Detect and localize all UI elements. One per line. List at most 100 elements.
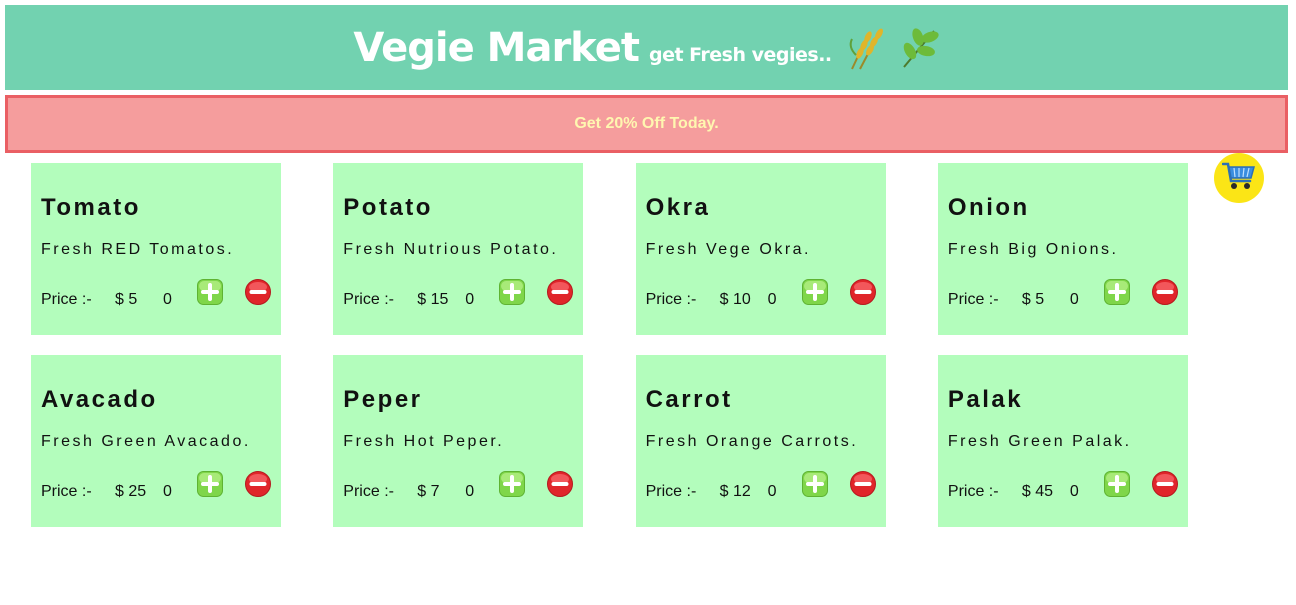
price-row: Price :- $ 5 0 [41,279,271,311]
add-button[interactable] [499,471,526,497]
price-value: $ 10 [719,291,751,308]
price-value: $ 7 [417,483,440,500]
remove-button[interactable] [245,471,271,497]
remove-button[interactable] [1151,279,1178,305]
product-name: Tomato [41,194,141,221]
product-name: Avacado [41,386,158,413]
product-name: Peper [343,386,423,413]
product-card: Tomato Fresh RED Tomatos. Price :- $ 5 0 [31,163,281,335]
add-button[interactable] [499,279,526,305]
plus-icon [499,471,526,497]
minus-icon [1151,471,1178,497]
price-label: Price :- [645,483,697,500]
quantity-value: 0 [1069,291,1079,308]
add-button[interactable] [197,279,223,305]
product-card: Avacado Fresh Green Avacado. Price :- $ … [31,355,281,527]
price-label: Price :- [947,483,999,500]
brand: Vegie Market get Fresh vegies.. [353,24,832,71]
remove-button[interactable] [547,279,574,305]
wheat-icon [846,25,896,71]
add-button[interactable] [1103,279,1130,305]
price-label: Price :- [343,483,394,500]
price-value: $ 5 [115,291,138,308]
product-card: Peper Fresh Hot Peper. Price :- $ 7 0 [333,355,584,527]
quantity-value: 0 [163,483,172,500]
price-row: Price :- $ 15 0 [343,279,574,311]
minus-icon [245,279,271,305]
product-card: Potato Fresh Nutrious Potato. Price :- $… [333,163,584,335]
plus-icon [197,471,223,497]
plus-icon [1103,279,1130,305]
site-title: Vegie Market [353,24,640,71]
remove-button[interactable] [849,279,876,305]
price-value: $ 12 [719,483,751,500]
quantity-value: 0 [767,483,777,500]
product-description: Fresh Hot Peper. [343,433,505,450]
price-row: Price :- $ 25 0 [41,471,271,503]
price-value: $ 5 [1021,291,1045,308]
product-name: Potato [343,194,433,221]
header-icons [846,25,948,71]
price-label: Price :- [645,291,697,308]
herb-icon [896,25,948,71]
price-value: $ 45 [1021,483,1054,500]
minus-icon [547,279,574,305]
product-name: Carrot [645,386,733,413]
offer-banner: Get 20% Off Today. [5,95,1288,153]
remove-button[interactable] [1151,471,1178,497]
minus-icon [245,471,271,497]
offer-text: Get 20% Off Today. [574,115,719,132]
minus-icon [1151,279,1178,305]
plus-icon [801,471,828,497]
price-row: Price :- $ 10 0 [645,279,876,311]
minus-icon [547,471,574,497]
add-button[interactable] [801,471,828,497]
minus-icon [849,471,876,497]
price-label: Price :- [41,291,92,308]
quantity-value: 0 [767,291,777,308]
product-name: Palak [947,386,1024,413]
plus-icon [801,279,828,305]
price-value: $ 25 [115,483,147,500]
product-card: Carrot Fresh Orange Carrots. Price :- $ … [635,355,886,527]
product-description: Fresh Nutrious Potato. [343,241,559,258]
add-button[interactable] [1103,471,1130,497]
price-value: $ 15 [417,291,449,308]
site-tagline: get Fresh vegies.. [648,43,832,66]
product-description: Fresh Green Avacado. [41,433,251,450]
price-label: Price :- [41,483,92,500]
remove-button[interactable] [849,471,876,497]
add-button[interactable] [801,279,828,305]
product-description: Fresh Orange Carrots. [645,433,859,450]
remove-button[interactable] [245,279,271,305]
product-description: Fresh Big Onions. [947,241,1119,258]
plus-icon [197,279,223,305]
product-card: Onion Fresh Big Onions. Price :- $ 5 0 [937,163,1188,335]
cart-button[interactable] [1214,153,1264,203]
product-description: Fresh Green Palak. [947,433,1132,450]
product-grid: Tomato Fresh RED Tomatos. Price :- $ 5 0 [31,163,1188,527]
site-header: Vegie Market get Fresh vegies.. [5,5,1288,90]
price-label: Price :- [343,291,394,308]
quantity-value: 0 [465,291,475,308]
product-description: Fresh Vege Okra. [645,241,811,258]
price-row: Price :- $ 12 0 [645,471,876,503]
product-name: Onion [947,194,1030,221]
price-row: Price :- $ 5 0 [947,279,1178,311]
cart-icon [1221,160,1256,197]
product-card: Okra Fresh Vege Okra. Price :- $ 10 0 [635,163,886,335]
minus-icon [849,279,876,305]
product-description: Fresh RED Tomatos. [41,241,235,258]
product-card: Palak Fresh Green Palak. Price :- $ 45 0 [937,355,1188,527]
price-label: Price :- [947,291,999,308]
plus-icon [1103,471,1130,497]
price-row: Price :- $ 45 0 [947,471,1178,503]
quantity-value: 0 [163,291,172,308]
plus-icon [499,279,526,305]
product-name: Okra [645,194,711,221]
add-button[interactable] [197,471,223,497]
quantity-value: 0 [465,483,475,500]
price-row: Price :- $ 7 0 [343,471,574,503]
remove-button[interactable] [547,471,574,497]
quantity-value: 0 [1069,483,1079,500]
